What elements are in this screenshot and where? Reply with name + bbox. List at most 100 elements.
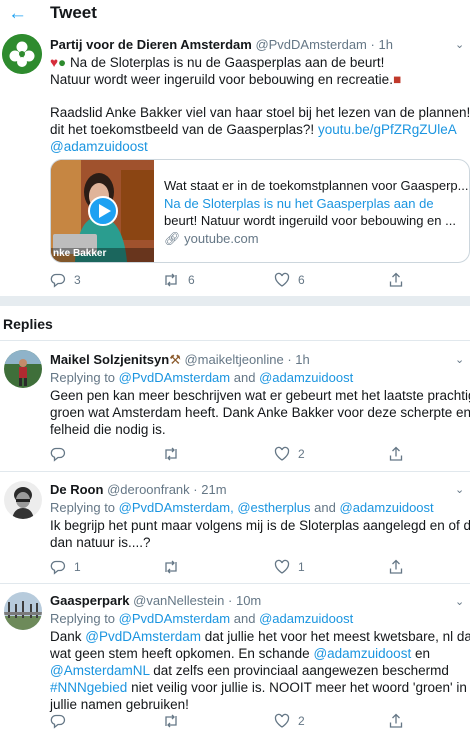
timestamp[interactable]: 21m xyxy=(201,482,226,497)
avatar[interactable] xyxy=(4,481,42,519)
reply-text-line: dan natuur is....? xyxy=(50,535,151,550)
tweet-actions: 2 xyxy=(50,713,450,730)
retweet-button[interactable] xyxy=(162,713,188,729)
card-domain: 🔗︎ youtube.com xyxy=(164,231,259,246)
mention-link[interactable]: @PvdDAmsterdam xyxy=(119,370,230,385)
author-handle[interactable]: @deroonfrank xyxy=(107,482,190,497)
tree-emoji-icon: ● xyxy=(58,55,67,70)
heart-icon xyxy=(274,713,290,728)
timestamp[interactable]: 10m xyxy=(236,593,261,608)
link-preview-card[interactable]: nke Bakker Wat staat er in de toekomstpl… xyxy=(50,159,470,263)
heart-icon xyxy=(274,446,290,461)
retweet-button[interactable] xyxy=(162,559,188,575)
replying-to: Replying to @PvdDAmsterdam and @adamzuid… xyxy=(50,370,354,385)
mention-link[interactable]: @adamzuidoost xyxy=(313,646,411,661)
reply-button[interactable]: 1 xyxy=(50,559,81,575)
mention-link[interactable]: @adamzuidoost xyxy=(340,500,434,515)
back-arrow-icon[interactable]: ← xyxy=(8,4,27,24)
card-title: Wat staat er in de toekomstplannen voor … xyxy=(164,178,469,193)
divider xyxy=(0,583,470,584)
link-icon: 🔗︎ xyxy=(164,231,181,246)
chevron-down-icon[interactable]: ⌄ xyxy=(455,38,464,51)
tweet-header: Maikel Solzjenitsyn⚒ @maikeltjeonline · … xyxy=(50,352,310,367)
tweet-text-line: Natuur wordt weer ingeruild voor bebouwi… xyxy=(50,72,402,87)
author-handle[interactable]: @maikeltjeonline xyxy=(184,352,283,367)
mention-link[interactable]: @adamzuidoost xyxy=(259,611,353,626)
author-name[interactable]: Gaasperpark xyxy=(50,593,130,608)
share-button[interactable] xyxy=(388,713,404,729)
share-icon xyxy=(389,446,403,461)
author-handle[interactable]: @PvdDAmsterdam xyxy=(255,37,366,52)
reply-text-line: jullie namen gebruiken! xyxy=(50,697,189,712)
avatar[interactable] xyxy=(2,34,42,74)
tweet-header: Partij voor de Dieren Amsterdam @PvdDAms… xyxy=(50,37,393,52)
share-icon xyxy=(389,272,403,287)
tweet-header: De Roon @deroonfrank · 21m xyxy=(50,482,227,497)
like-button[interactable]: 2 xyxy=(274,446,305,462)
retweet-icon xyxy=(165,447,177,461)
reply-text-line: groen wat Amsterdam heeft. Dank Anke Bak… xyxy=(50,405,470,420)
reply-button[interactable] xyxy=(50,446,74,462)
tweet-header: Gaasperpark @vanNellestein · 10m xyxy=(50,593,262,608)
chevron-down-icon[interactable]: ⌄ xyxy=(455,353,464,366)
video-thumbnail[interactable]: nke Bakker xyxy=(51,160,154,262)
share-button[interactable] xyxy=(388,446,404,462)
mention-link[interactable]: @PvdDAmsterdam xyxy=(85,629,201,644)
like-button[interactable]: 1 xyxy=(274,559,305,575)
retweet-button[interactable] xyxy=(162,446,188,462)
mention-link[interactable]: @PvdDAmsterdam, xyxy=(119,500,234,515)
author-name[interactable]: De Roon xyxy=(50,482,103,497)
timestamp[interactable]: 1h xyxy=(378,37,392,52)
reply-text-line: #NNNgebied niet veilig voor jullie is. N… xyxy=(50,680,467,695)
reply-text-line: Geen pen kan meer beschrijven wat er geb… xyxy=(50,388,470,403)
bird-emoji-icon: ♥ xyxy=(50,55,59,70)
like-count: 6 xyxy=(298,273,305,287)
avatar[interactable] xyxy=(4,592,42,630)
mention-link[interactable]: @adamzuidoost xyxy=(259,370,353,385)
reply-count: 1 xyxy=(74,560,81,574)
mention-link[interactable]: @PvdDAmsterdam xyxy=(119,611,230,626)
like-button[interactable]: 6 xyxy=(274,272,305,288)
construction-emoji-icon: ■ xyxy=(392,72,402,87)
like-count: 2 xyxy=(298,714,305,728)
replying-to: Replying to @PvdDAmsterdam and @adamzuid… xyxy=(50,611,354,626)
author-name[interactable]: Maikel Solzjenitsyn xyxy=(50,352,169,367)
timestamp[interactable]: 1h xyxy=(295,352,309,367)
hashtag-link[interactable]: #NNNgebied xyxy=(50,680,127,695)
mention-link[interactable]: @estherplus xyxy=(237,500,310,515)
like-count: 2 xyxy=(298,447,305,461)
hammer-pick-icon: ⚒ xyxy=(169,352,181,367)
play-icon[interactable] xyxy=(88,196,118,226)
share-button[interactable] xyxy=(388,559,404,575)
reply-icon xyxy=(50,447,66,462)
like-button[interactable]: 2 xyxy=(274,713,305,729)
retweet-button[interactable]: 6 xyxy=(162,272,195,288)
page-title: Tweet xyxy=(50,3,97,22)
divider xyxy=(0,471,470,472)
tweet-text-line: ♥● Na de Sloterplas is nu de Gaasperplas… xyxy=(50,55,385,70)
reply-icon xyxy=(50,273,66,288)
mention-link[interactable]: @adamzuidoost xyxy=(50,139,148,154)
reply-count: 3 xyxy=(74,273,81,287)
tweet-text-line: @adamzuidoost xyxy=(50,138,148,155)
tweet-actions: 1 1 xyxy=(50,559,450,577)
author-name[interactable]: Partij voor de Dieren Amsterdam xyxy=(50,37,252,52)
retweet-icon xyxy=(165,273,177,287)
retweet-count: 6 xyxy=(188,273,195,287)
mention-link[interactable]: @AmsterdamNL xyxy=(50,663,149,678)
reply-text-line: @AmsterdamNL dat zelfs een provinciaal a… xyxy=(50,663,449,678)
reply-button[interactable] xyxy=(50,713,74,729)
party-logo-icon xyxy=(2,34,42,74)
top-bar: ← Tweet xyxy=(0,0,470,30)
avatar[interactable] xyxy=(4,350,42,388)
chevron-down-icon[interactable]: ⌄ xyxy=(455,483,464,496)
youtube-link[interactable]: youtu.be/gPfZRgZUleA xyxy=(318,122,457,137)
author-handle[interactable]: @vanNellestein xyxy=(133,593,224,608)
retweet-icon xyxy=(165,714,177,728)
share-button[interactable] xyxy=(388,272,404,288)
divider xyxy=(0,340,470,341)
heart-icon xyxy=(274,272,290,287)
reply-button[interactable]: 3 xyxy=(50,272,81,288)
heart-icon xyxy=(274,559,290,574)
chevron-down-icon[interactable]: ⌄ xyxy=(455,595,464,608)
